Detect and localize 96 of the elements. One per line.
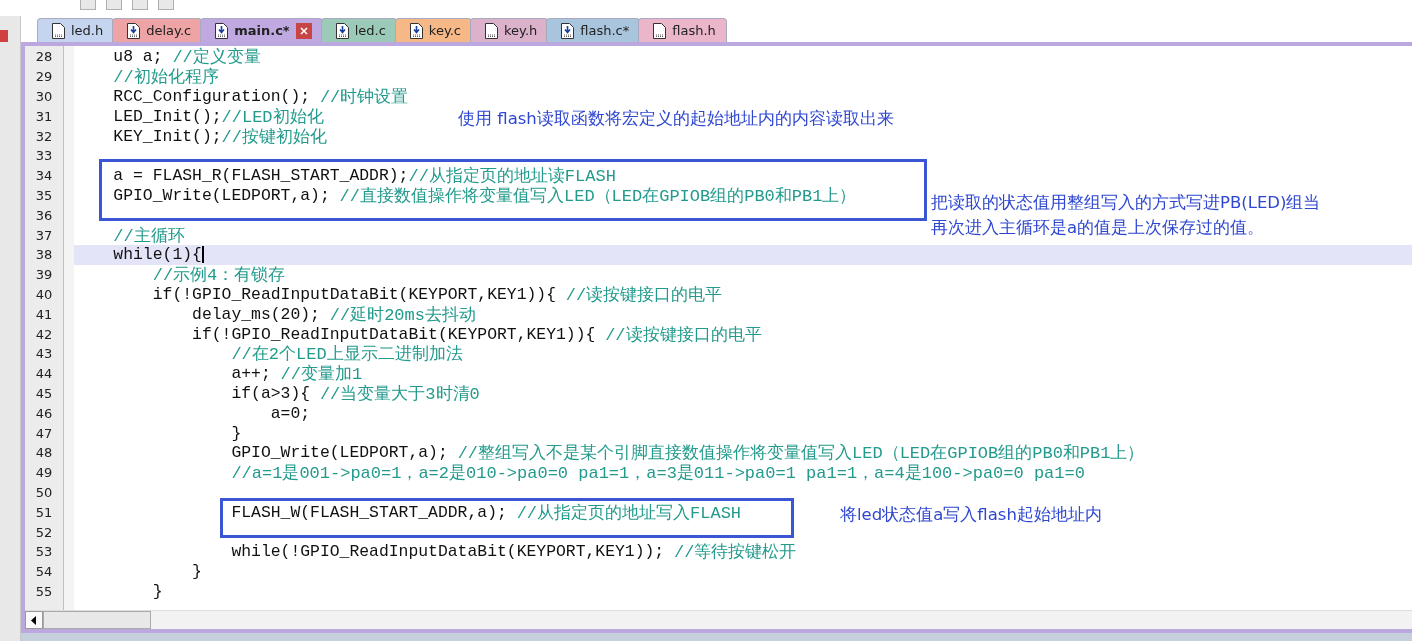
line-number: 41: [34, 305, 54, 324]
code-comment: //定义变量: [172, 46, 261, 68]
toolbar-icon[interactable]: [132, 0, 148, 10]
code-comment: //读按键接口的电平: [605, 324, 762, 346]
code-text: while(1){: [113, 245, 202, 265]
line-number: 48: [34, 444, 54, 463]
scroll-left-button[interactable]: [25, 611, 43, 629]
line-number: 53: [34, 543, 54, 562]
close-button[interactable]: [295, 22, 312, 39]
source-file-icon: [215, 22, 229, 39]
line-number: 50: [34, 483, 54, 502]
code-text: a++;: [231, 364, 272, 384]
line-number: 28: [34, 48, 54, 67]
line-number: 40: [34, 285, 54, 304]
code-text: while(!GPIO_ReadInputDataBit(KEYPORT,KEY1));: [231, 542, 666, 562]
code-text: LED_Init();: [113, 106, 222, 126]
code-comment: //初始化程序: [113, 66, 219, 89]
line-number: 49: [34, 464, 54, 483]
code-text: a=0;: [270, 403, 311, 423]
marker-icon: [0, 30, 8, 42]
code-text: if(!GPIO_ReadInputDataBit(KEYPORT,KEY1)){: [152, 284, 557, 304]
line-number: 47: [34, 424, 54, 443]
line-number: 45: [34, 384, 54, 403]
line-number: 35: [34, 186, 54, 205]
code-comment: //整组写入不是某个引脚直接数值操作将变量值写入LED（LED在GPIOB组的PB0和PB1上）: [457, 443, 1145, 464]
code-text: }: [152, 581, 163, 601]
line-number: 51: [34, 503, 54, 522]
line-number: 42: [34, 325, 54, 344]
toolbar-icon[interactable]: [106, 0, 122, 10]
code-comment: //按键初始化: [221, 126, 327, 148]
line-number: 39: [34, 266, 54, 285]
code-text: if(!GPIO_ReadInputDataBit(KEYPORT,KEY1)){: [192, 324, 597, 344]
line-number: 44: [34, 365, 54, 384]
code-comment: //a=1是001->pa0=1，a=2是010->pa0=0 pa1=1，a=3是011->pa0=1 pa1=1，a=4是100->pa0=0 pa1=0: [231, 463, 1085, 485]
file-tab[interactable]: led.h: [37, 18, 115, 42]
code-comment: //时钟设置: [319, 87, 409, 108]
line-number: 36: [34, 206, 54, 225]
code-text: KEY_Init();: [113, 126, 222, 146]
left-arrow-icon: [31, 615, 37, 625]
scrollbar-thumb[interactable]: [43, 611, 151, 629]
close-icon: [299, 26, 308, 35]
document-icon: [52, 22, 65, 39]
line-number: 38: [34, 246, 54, 265]
line-number: 34: [34, 167, 54, 186]
code-comment: //示例4：有锁存: [152, 265, 286, 287]
code-comment: //从指定页的地址读FLASH: [408, 165, 616, 187]
code-text: u8 a;: [113, 47, 164, 67]
code-text: }: [231, 423, 242, 443]
code-comment: //读按键接口的电平: [565, 284, 723, 306]
line-number: 43: [34, 345, 54, 364]
annotation-text: 使用 flash读取函数将宏定义的起始地址内的内容读取出来: [458, 108, 894, 130]
line-number: 55: [34, 582, 54, 601]
code-text: GPIO_Write(LEDPORT,a);: [113, 185, 331, 205]
code-comment: //主循环: [113, 225, 185, 247]
source-file-icon: [409, 22, 423, 39]
code-text: RCC_Configuration();: [113, 87, 312, 106]
annotation-text: 把读取的状态值用整组写入的方式写进PB(LED)组当再次进入主循环是a的值是上次保存过的值。: [931, 192, 1322, 239]
code-text: a = FLASH_R(FLASH_START_ADDR);: [113, 166, 409, 186]
code-comment: //等待按键松开: [674, 542, 797, 564]
file-tab[interactable]: flash.h: [638, 18, 727, 42]
code-comment: //当变量大于3时清0: [319, 383, 480, 405]
line-number: 52: [34, 523, 54, 542]
code-comment: //在2个LED上显示二进制加法: [231, 344, 463, 365]
file-tab[interactable]: delay.c: [112, 18, 203, 42]
line-number: 33: [34, 147, 54, 166]
line-number: 29: [34, 68, 54, 87]
line-number: 46: [34, 404, 54, 423]
source-file-icon: [561, 22, 575, 39]
text-cursor: [201, 246, 204, 264]
annotation-text: 将led状态值a写入flash起始地址内: [840, 504, 1102, 526]
file-tab[interactable]: key.c: [394, 18, 472, 42]
code-comment: //LED初始化: [221, 106, 324, 128]
code-text: GPIO_Write(LEDPORT,a);: [231, 443, 449, 463]
code-comment: //变量加1: [280, 364, 363, 385]
code-comment: //延时20ms去抖动: [329, 304, 476, 326]
file-tab[interactable]: main.c*: [200, 18, 323, 42]
file-tab[interactable]: led.c: [320, 18, 397, 42]
line-number: 32: [34, 127, 54, 146]
line-number: 31: [34, 107, 54, 126]
code-text: if(a>3){: [231, 383, 312, 403]
line-number: 54: [34, 563, 54, 582]
source-file-icon: [335, 22, 349, 39]
code-text: delay_ms(20);: [192, 304, 321, 324]
code-comment: //从指定页的地址写入FLASH: [516, 502, 742, 524]
line-number: 37: [34, 226, 54, 245]
file-tab[interactable]: key.h: [470, 18, 549, 42]
code-comment: //直接数值操作将变量值写入LED（LED在GPIOB组的PB0和PB1上）: [339, 186, 857, 207]
toolbar-icon[interactable]: [80, 0, 96, 10]
file-tab[interactable]: flash.c*: [546, 18, 641, 42]
document-icon: [653, 22, 667, 39]
line-number: 30: [34, 88, 54, 106]
code-text: }: [192, 562, 202, 582]
code-text: FLASH_W(FLASH_START_ADDR,a);: [231, 502, 508, 522]
source-file-icon: [127, 22, 141, 39]
document-icon: [485, 22, 498, 39]
toolbar-icon[interactable]: [158, 0, 174, 10]
